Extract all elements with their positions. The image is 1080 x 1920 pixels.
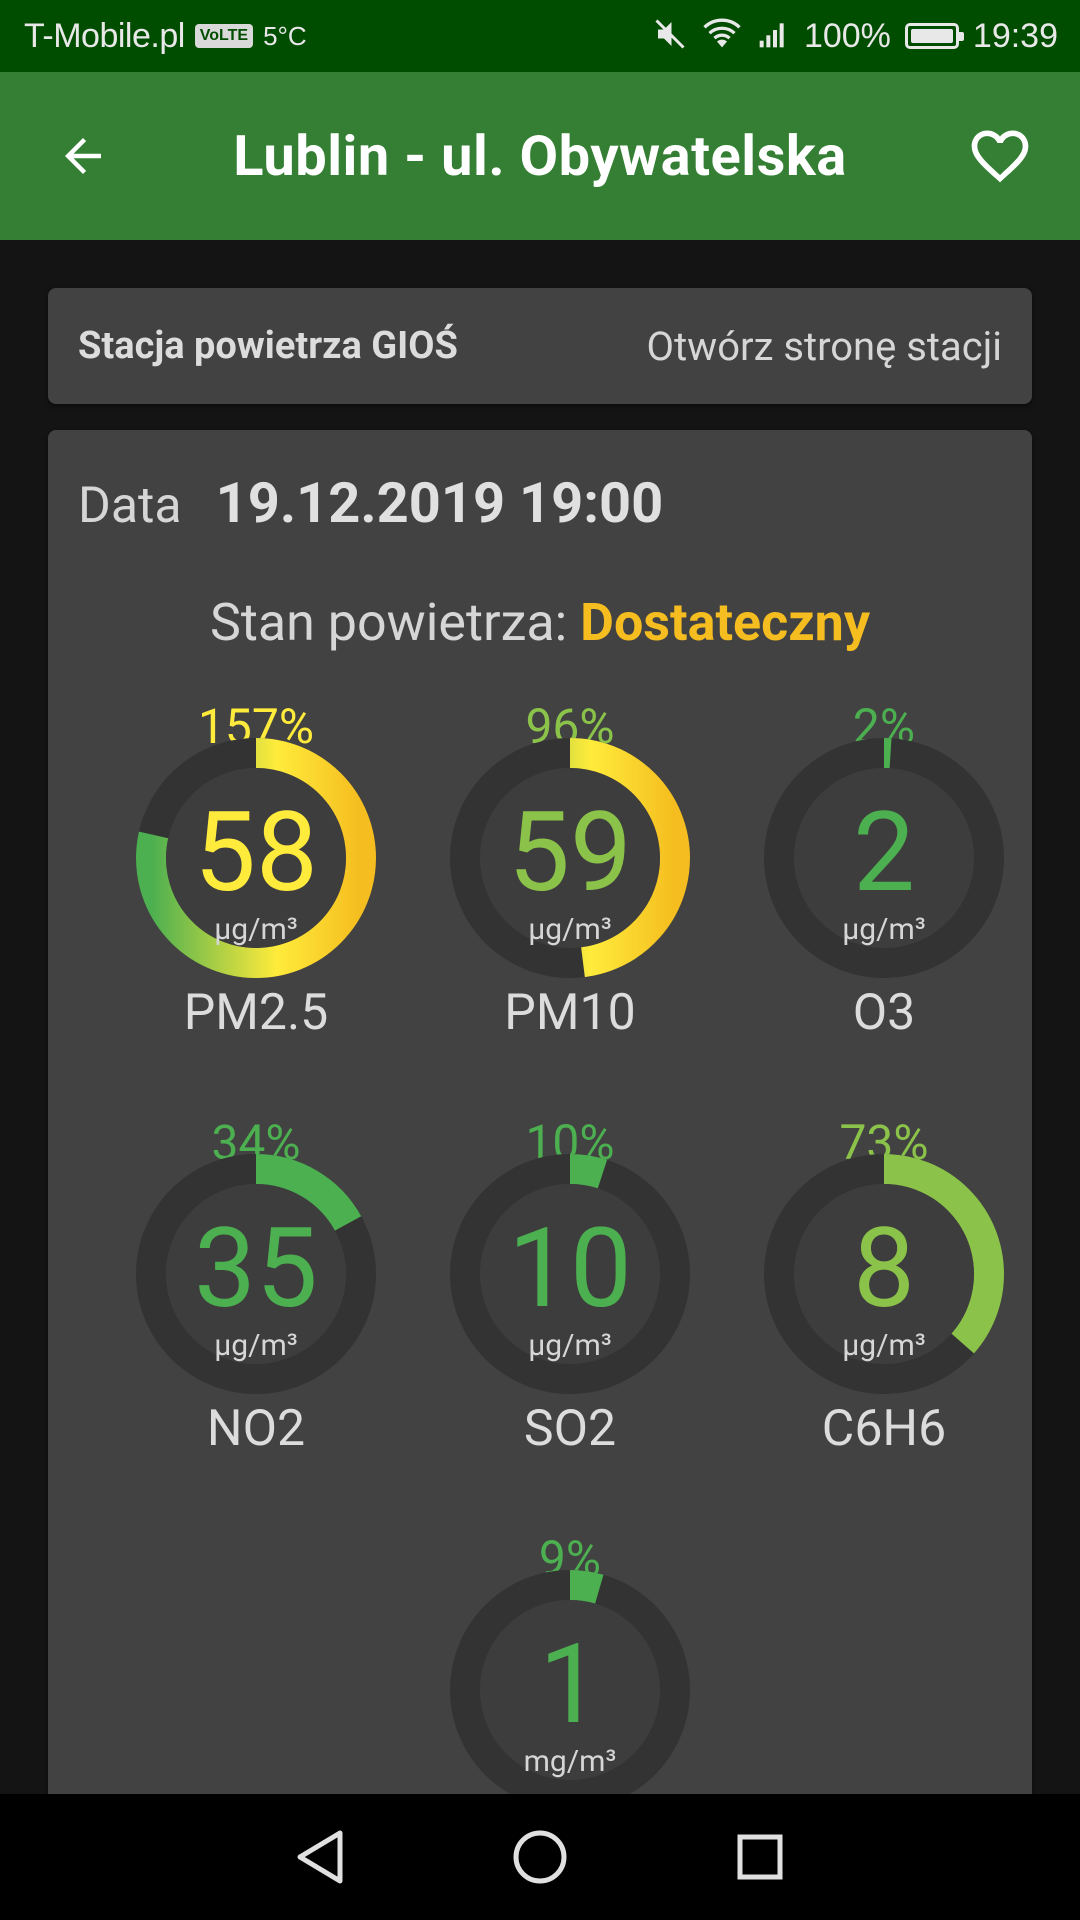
gauge-unit: µg/m³: [842, 912, 926, 947]
square-recents-icon: [737, 1834, 783, 1880]
gauge-value: 10: [508, 1204, 632, 1333]
date-label: Data: [78, 477, 182, 535]
air-quality-value: Dostateczny: [580, 592, 870, 653]
gauge-pollutant-name: PM2.5: [183, 984, 329, 1042]
station-card: Stacja powietrza GIOŚ Otwórz stronę stac…: [48, 288, 1032, 404]
nav-back-button[interactable]: [290, 1827, 350, 1887]
gauge-pollutant-name: PM10: [504, 984, 636, 1042]
open-station-page-link[interactable]: Otwórz stronę stacji: [647, 323, 1002, 370]
pollutant-gauge[interactable]: 10% 10 µg/m³ SO2: [420, 1114, 720, 1474]
gauge-pollutant-name: NO2: [206, 1400, 306, 1458]
gauge-pollutant-name: O3: [852, 984, 916, 1042]
back-button[interactable]: [48, 121, 118, 191]
battery-percent: 100%: [803, 16, 891, 55]
gauge-value: 1: [539, 1620, 601, 1749]
triangle-back-icon: [297, 1830, 343, 1884]
battery-icon: [904, 23, 964, 49]
battery-fill: [910, 29, 953, 43]
signal-icon: [756, 18, 790, 55]
heart-outline-icon: [971, 130, 1029, 183]
pollutant-gauge[interactable]: 34% 35 µg/m³ NO2: [106, 1114, 406, 1474]
nav-recents-button[interactable]: [730, 1827, 790, 1887]
air-quality-state: Stan powietrza: Dostateczny: [48, 592, 1032, 653]
carrier-name: T-Mobile.pl: [24, 16, 185, 55]
navigation-bar: [0, 1794, 1080, 1920]
gauge-pollutant-name: C6H6: [821, 1400, 947, 1458]
station-name: Stacja powietrza GIOŚ: [78, 324, 458, 368]
gauge-unit: µg/m³: [842, 1328, 926, 1363]
favorite-button[interactable]: [960, 116, 1040, 196]
pollutant-gauge[interactable]: 2% 2 µg/m³ O3: [734, 698, 1032, 1058]
gauge-unit: µg/m³: [528, 1328, 612, 1363]
mute-icon: [652, 16, 688, 57]
gauge-unit: µg/m³: [214, 912, 298, 947]
arrow-left-icon: [65, 138, 101, 174]
clock: 19:39: [972, 16, 1058, 55]
pollutant-gauge[interactable]: 73% 8 µg/m³ C6H6: [734, 1114, 1032, 1474]
gauge-value: 35: [194, 1204, 318, 1333]
gauge-unit: mg/m³: [523, 1744, 617, 1779]
measurement-card: Data 19.12.2019 19:00 Stan powietrza: Do…: [48, 430, 1032, 1850]
pollutant-gauge[interactable]: 96% 59 µg/m³ PM10: [420, 698, 720, 1058]
date-row: Data 19.12.2019 19:00: [78, 470, 663, 536]
status-bar: T-Mobile.pl VoLTE 5°C 100% 19:39: [0, 0, 1080, 72]
pollutant-gauge[interactable]: 157% 58 µg/m³ PM2.5: [106, 698, 406, 1058]
temperature: 5°C: [263, 20, 307, 51]
gauge-unit: µg/m³: [528, 912, 612, 947]
app-bar: Lublin - ul. Obywatelska: [0, 72, 1080, 240]
gauge-value: 2: [853, 788, 915, 917]
gauge-value: 8: [853, 1204, 915, 1333]
gauge-unit: µg/m³: [214, 1328, 298, 1363]
page-title: Lublin - ul. Obywatelska: [233, 123, 847, 189]
date-value: 19.12.2019 19:00: [215, 470, 664, 536]
nav-home-button[interactable]: [510, 1827, 570, 1887]
air-quality-label: Stan powietrza:: [210, 592, 568, 653]
gauge-value: 59: [508, 788, 632, 917]
gauge-value: 58: [194, 788, 318, 917]
volte-badge: VoLTE: [194, 24, 254, 48]
gauge-pollutant-name: SO2: [523, 1400, 617, 1458]
circle-home-icon: [513, 1830, 567, 1884]
wifi-icon: [702, 16, 742, 57]
